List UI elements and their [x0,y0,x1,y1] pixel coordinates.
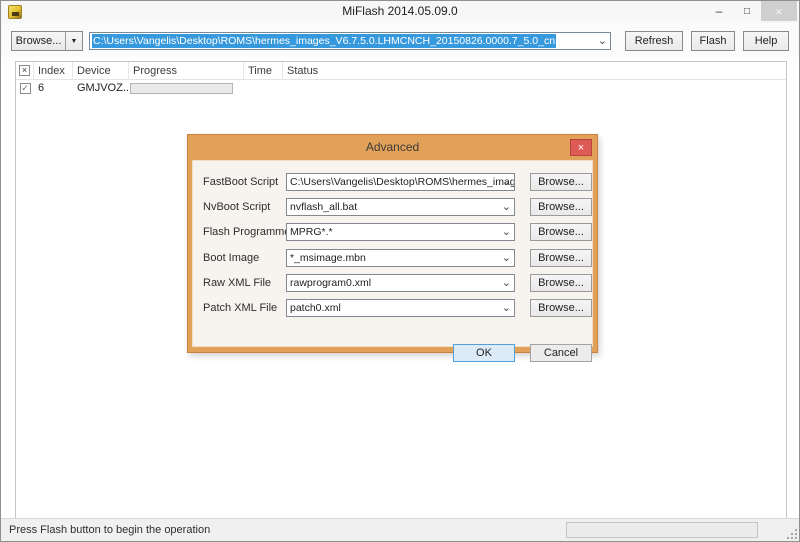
column-header-status[interactable]: Status [283,62,786,79]
fastboot-script-combobox[interactable]: C:\Users\Vangelis\Desktop\ROMS\hermes_im… [286,173,515,191]
flash-programmer-value: MPRG*.* [290,226,333,238]
column-header-index[interactable]: Index [34,62,73,79]
advanced-dialog-title: Advanced [365,140,420,154]
patch-xml-browse-button[interactable]: Browse... [530,299,592,317]
boot-image-value: *_msimage.mbn [290,252,366,264]
table-row[interactable]: ✓ 6 GMJVOZ... [16,80,786,96]
row-checkbox-cell: ✓ [16,80,34,96]
advanced-dialog: Advanced × FastBoot Script C:\Users\Vang… [187,134,598,362]
dropdown-arrow-icon: ▼ [70,37,78,45]
chevron-down-icon[interactable]: ⌄ [502,302,511,314]
flash-programmer-browse-button[interactable]: Browse... [530,223,592,241]
minimize-icon: – [715,4,723,18]
flash-programmer-combobox[interactable]: MPRG*.* ⌄ [286,223,515,241]
status-bar: Press Flash button to begin the operatio… [1,518,799,541]
select-all-header[interactable]: × [16,62,34,79]
fastboot-script-label: FastBoot Script [203,176,279,188]
row-index: 6 [38,82,45,94]
maximize-button[interactable]: □ [733,1,761,21]
rom-path-combobox[interactable]: C:\Users\Vangelis\Desktop\ROMS\hermes_im… [89,32,611,50]
status-message: Press Flash button to begin the operatio… [9,524,211,536]
boot-image-label: Boot Image [203,252,260,264]
raw-xml-browse-button[interactable]: Browse... [530,274,592,292]
rom-path-value: C:\Users\Vangelis\Desktop\ROMS\hermes_im… [92,34,557,48]
field-row-patch-xml: Patch XML File patch0.xml ⌄ Browse... [193,299,592,317]
cancel-button[interactable]: Cancel [530,344,592,362]
fastboot-script-value: C:\Users\Vangelis\Desktop\ROMS\hermes_im… [290,176,514,188]
raw-xml-value: rawprogram0.xml [290,277,372,289]
chevron-down-icon[interactable]: ⌄ [502,252,511,264]
field-row-raw-xml: Raw XML File rawprogram0.xml ⌄ Browse... [193,274,592,292]
field-row-nvboot-script: NvBoot Script nvflash_all.bat ⌄ Browse..… [193,198,592,216]
chevron-down-icon[interactable]: ⌄ [502,176,511,188]
patch-xml-label: Patch XML File [203,302,278,314]
advanced-dialog-body: FastBoot Script C:\Users\Vangelis\Deskto… [192,160,593,362]
flash-programmer-label: Flash Programmer [203,226,295,238]
caption-buttons: – □ × [705,1,797,21]
list-header: × Index Device Progress Time Status [16,62,786,80]
flash-button[interactable]: Flash [691,31,735,51]
row-progress-bar [130,82,233,94]
resize-grip[interactable] [785,527,797,539]
raw-xml-combobox[interactable]: rawprogram0.xml ⌄ [286,274,515,292]
advanced-dialog-titlebar: Advanced × [188,135,597,160]
row-device: GMJVOZ... [77,82,132,94]
browse-split-button[interactable]: Browse... ▼ [11,31,83,51]
chevron-down-icon[interactable]: ⌄ [502,201,511,213]
row-status [283,80,786,96]
close-icon: × [775,3,783,19]
nvboot-script-value: nvflash_all.bat [290,201,358,213]
refresh-button[interactable]: Refresh [625,31,683,51]
fastboot-script-browse-button[interactable]: Browse... [530,173,592,191]
column-header-device[interactable]: Device [73,62,129,79]
field-row-boot-image: Boot Image *_msimage.mbn ⌄ Browse... [193,249,592,267]
row-checkbox[interactable]: ✓ [19,82,31,94]
column-header-time[interactable]: Time [244,62,283,79]
help-button[interactable]: Help [743,31,789,51]
chevron-down-icon[interactable]: ⌄ [598,35,607,47]
miflash-window: MiFlash 2014.05.09.0 – □ × Browse... ▼ C… [0,0,800,542]
close-button[interactable]: × [761,1,797,21]
boot-image-combobox[interactable]: *_msimage.mbn ⌄ [286,249,515,267]
close-icon: × [577,141,585,154]
patch-xml-combobox[interactable]: patch0.xml ⌄ [286,299,515,317]
browse-dropdown-arrow[interactable]: ▼ [65,32,82,50]
row-progress-cell [129,80,244,96]
title-bar: MiFlash 2014.05.09.0 – □ × [1,1,799,23]
patch-xml-value: patch0.xml [290,302,341,314]
nvboot-script-combobox[interactable]: nvflash_all.bat ⌄ [286,198,515,216]
advanced-dialog-close-button[interactable]: × [570,139,592,156]
field-row-fastboot-script: FastBoot Script C:\Users\Vangelis\Deskto… [193,173,592,191]
chevron-down-icon[interactable]: ⌄ [502,277,511,289]
raw-xml-label: Raw XML File [203,277,272,289]
nvboot-script-browse-button[interactable]: Browse... [530,198,592,216]
boot-image-browse-button[interactable]: Browse... [530,249,592,267]
x-mark-icon: × [21,65,28,75]
browse-button-label[interactable]: Browse... [12,32,65,50]
ok-button[interactable]: OK [453,344,515,362]
column-header-progress[interactable]: Progress [129,62,244,79]
field-row-flash-programmer: Flash Programmer MPRG*.* ⌄ Browse... [193,223,592,241]
row-time [244,80,283,96]
nvboot-script-label: NvBoot Script [203,201,271,213]
check-mark-icon: ✓ [21,82,29,93]
select-all-checkbox[interactable]: × [19,65,30,76]
minimize-button[interactable]: – [705,1,733,21]
window-title: MiFlash 2014.05.09.0 [342,4,458,18]
chevron-down-icon[interactable]: ⌄ [502,226,511,238]
toolbar: Browse... ▼ C:\Users\Vangelis\Desktop\RO… [1,23,799,57]
maximize-icon: □ [743,5,751,17]
status-progress-bar [566,522,758,538]
